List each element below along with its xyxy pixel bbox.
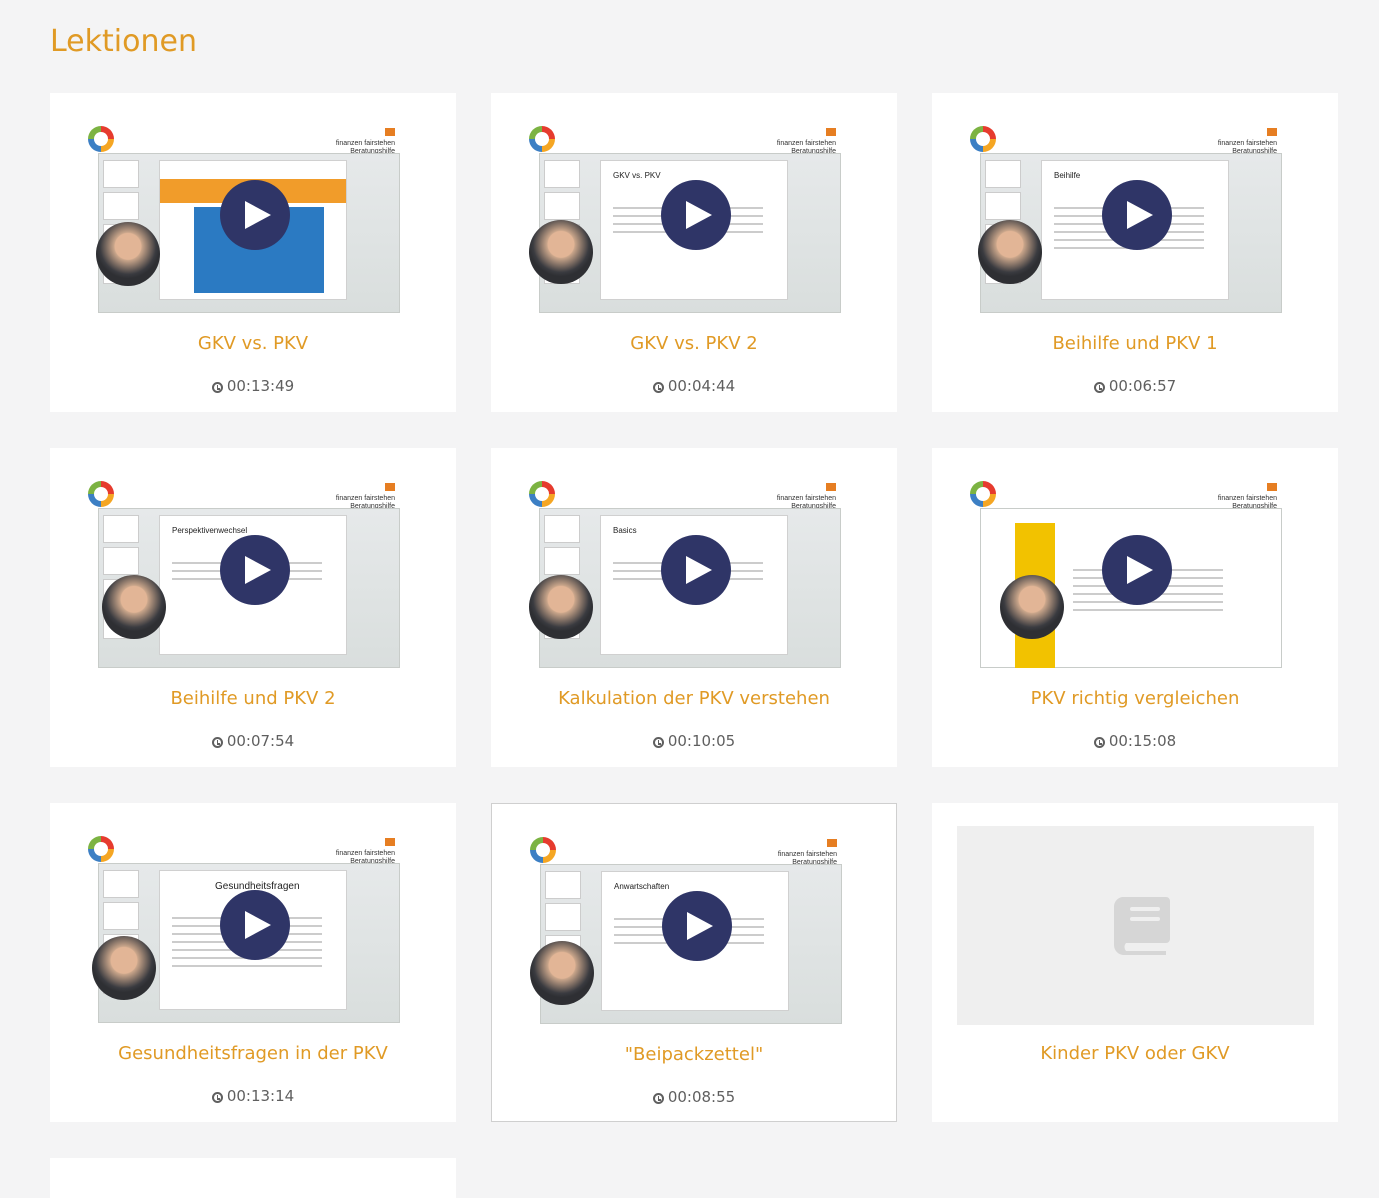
lesson-card-partial[interactable]: [50, 1158, 456, 1198]
logo-icon: [88, 481, 114, 507]
lesson-title[interactable]: PKV richtig vergleichen: [932, 688, 1338, 709]
logo-icon: [530, 837, 556, 863]
brand-logo: finanzen fairstehen Beratungshilfe: [777, 483, 836, 511]
play-icon: [686, 556, 712, 584]
lesson-duration: 00:08:55: [492, 1088, 896, 1106]
video-thumbnail[interactable]: finanzen fairstehen Beratungshilfe Basic…: [529, 475, 842, 675]
play-button[interactable]: [220, 890, 290, 960]
lesson-duration: 00:10:05: [491, 732, 897, 750]
brand-logo: finanzen fairstehen Beratungshilfe: [1218, 483, 1277, 511]
avatar: [978, 220, 1042, 284]
lesson-card[interactable]: finanzen fairstehen Beratungshilfe Beihi…: [932, 93, 1338, 412]
avatar: [96, 222, 160, 286]
play-icon: [245, 556, 271, 584]
lesson-card[interactable]: finanzen fairstehen Beratungshilfe Persp…: [50, 448, 456, 767]
page-title: Lektionen: [50, 24, 197, 59]
lesson-card[interactable]: finanzen fairstehen Beratungshilfe GKV v…: [50, 93, 456, 412]
video-thumbnail[interactable]: finanzen fairstehen Beratungshilfe Anwar…: [530, 831, 843, 1031]
brand-logo: finanzen fairstehen Beratungshilfe: [336, 483, 395, 511]
lesson-title[interactable]: GKV vs. PKV 2: [491, 333, 897, 354]
video-thumbnail[interactable]: finanzen fairstehen Beratungshilfe: [970, 475, 1283, 675]
play-button[interactable]: [1102, 535, 1172, 605]
clock-icon: [652, 737, 664, 748]
play-icon: [245, 201, 271, 229]
lesson-duration: 00:04:44: [491, 377, 897, 395]
avatar: [1000, 575, 1064, 639]
brand-logo: finanzen fairstehen Beratungshilfe: [336, 128, 395, 156]
clock-icon: [652, 382, 664, 393]
brand-logo: finanzen fairstehen Beratungshilfe: [777, 128, 836, 156]
lesson-card[interactable]: finanzen fairstehen Beratungshilfe Anwar…: [491, 803, 897, 1122]
lesson-card[interactable]: finanzen fairstehen Beratungshilfe PKV r…: [932, 448, 1338, 767]
play-icon: [686, 201, 712, 229]
play-button[interactable]: [662, 891, 732, 961]
avatar: [530, 941, 594, 1005]
clock-icon: [211, 737, 223, 748]
thumbnail-placeholder[interactable]: [957, 826, 1314, 1025]
video-thumbnail[interactable]: finanzen fairstehen Beratungshilfe Persp…: [88, 475, 401, 675]
video-thumbnail[interactable]: finanzen fairstehen Beratungshilfe: [88, 120, 401, 320]
play-button[interactable]: [1102, 180, 1172, 250]
lesson-duration: 00:13:49: [50, 377, 456, 395]
lesson-card[interactable]: finanzen fairstehen Beratungshilfe GKV v…: [491, 93, 897, 412]
lesson-title[interactable]: Kalkulation der PKV verstehen: [491, 688, 897, 709]
play-icon: [1127, 201, 1153, 229]
lesson-title[interactable]: Gesundheitsfragen in der PKV: [50, 1043, 456, 1064]
lesson-title[interactable]: Kinder PKV oder GKV: [932, 1043, 1338, 1064]
play-icon: [1127, 556, 1153, 584]
play-button[interactable]: [220, 535, 290, 605]
lesson-title[interactable]: Beihilfe und PKV 2: [50, 688, 456, 709]
lesson-duration: 00:06:57: [932, 377, 1338, 395]
lesson-grid: finanzen fairstehen Beratungshilfe GKV v…: [50, 93, 1338, 1198]
logo-icon: [88, 126, 114, 152]
avatar: [102, 575, 166, 639]
logo-icon: [970, 481, 996, 507]
brand-logo: finanzen fairstehen Beratungshilfe: [778, 839, 837, 867]
play-icon: [245, 911, 271, 939]
clock-icon: [1093, 737, 1105, 748]
clock-icon: [211, 382, 223, 393]
book-icon: [1113, 897, 1170, 955]
avatar: [529, 220, 593, 284]
lesson-duration: 00:13:14: [50, 1087, 456, 1105]
logo-icon: [970, 126, 996, 152]
play-button[interactable]: [220, 180, 290, 250]
lesson-title[interactable]: "Beipackzettel": [492, 1044, 896, 1065]
play-button[interactable]: [661, 180, 731, 250]
avatar: [529, 575, 593, 639]
lesson-card[interactable]: Kinder PKV oder GKV: [932, 803, 1338, 1122]
clock-icon: [1093, 382, 1105, 393]
brand-logo: finanzen fairstehen Beratungshilfe: [1218, 128, 1277, 156]
logo-icon: [529, 126, 555, 152]
lesson-card[interactable]: finanzen fairstehen Beratungshilfe Gesun…: [50, 803, 456, 1122]
clock-icon: [652, 1093, 664, 1104]
brand-logo: finanzen fairstehen Beratungshilfe: [336, 838, 395, 866]
avatar: [92, 936, 156, 1000]
lesson-duration: 00:07:54: [50, 732, 456, 750]
lesson-card[interactable]: finanzen fairstehen Beratungshilfe Basic…: [491, 448, 897, 767]
video-thumbnail[interactable]: finanzen fairstehen Beratungshilfe Gesun…: [88, 830, 401, 1030]
logo-icon: [88, 836, 114, 862]
lesson-duration: 00:15:08: [932, 732, 1338, 750]
logo-icon: [529, 481, 555, 507]
clock-icon: [211, 1092, 223, 1103]
video-thumbnail[interactable]: finanzen fairstehen Beratungshilfe Beihi…: [970, 120, 1283, 320]
lesson-title[interactable]: Beihilfe und PKV 1: [932, 333, 1338, 354]
lesson-title[interactable]: GKV vs. PKV: [50, 333, 456, 354]
play-button[interactable]: [661, 535, 731, 605]
play-icon: [687, 912, 713, 940]
video-thumbnail[interactable]: finanzen fairstehen Beratungshilfe GKV v…: [529, 120, 842, 320]
